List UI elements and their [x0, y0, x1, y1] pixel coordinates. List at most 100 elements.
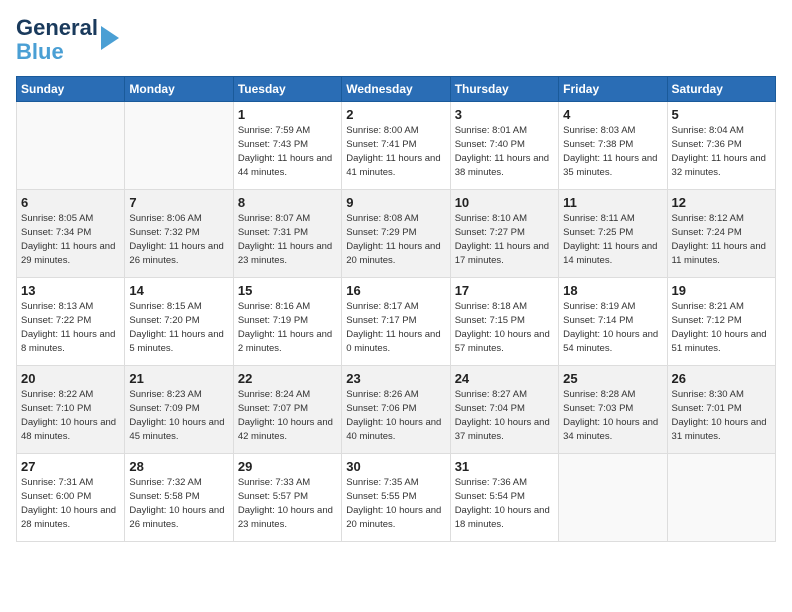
- header-monday: Monday: [125, 77, 233, 102]
- calendar-cell: 27 Sunrise: 7:31 AM Sunset: 6:00 PM Dayli…: [17, 454, 125, 542]
- day-number: 28: [129, 459, 228, 474]
- day-info: Sunrise: 8:16 AM Sunset: 7:19 PM Dayligh…: [238, 300, 337, 355]
- calendar-cell: 24Sunrise: 8:27 AM Sunset: 7:04 PM Dayli…: [450, 366, 558, 454]
- calendar-cell: 6 Sunrise: 8:05 AM Sunset: 7:34 PM Daylig…: [17, 190, 125, 278]
- day-number: 1: [238, 107, 337, 122]
- day-number: 11: [563, 195, 662, 210]
- day-info: Sunrise: 8:18 AM Sunset: 7:15 PM Dayligh…: [455, 300, 554, 355]
- calendar-cell: 7Sunrise: 8:06 AM Sunset: 7:32 PM Daylig…: [125, 190, 233, 278]
- calendar-cell: 14 Sunrise: 8:15 AM Sunset: 7:20 PM Dayli…: [125, 278, 233, 366]
- calendar-cell: [17, 102, 125, 190]
- day-number: 29: [238, 459, 337, 474]
- day-number: 14: [129, 283, 228, 298]
- header-sunday: Sunday: [17, 77, 125, 102]
- day-number: 6: [21, 195, 120, 210]
- week-row-0: 1 Sunrise: 7:59 AM Sunset: 7:43 PM Daylig…: [17, 102, 776, 190]
- logo-text: GeneralBlue: [16, 16, 98, 64]
- day-number: 21: [129, 371, 228, 386]
- header-saturday: Saturday: [667, 77, 775, 102]
- day-number: 19: [672, 283, 771, 298]
- calendar-cell: 28Sunrise: 7:32 AM Sunset: 5:58 PM Dayli…: [125, 454, 233, 542]
- day-number: 18: [563, 283, 662, 298]
- day-info: Sunrise: 8:15 AM Sunset: 7:20 PM Dayligh…: [129, 300, 228, 355]
- day-info: Sunrise: 8:22 AM Sunset: 7:10 PM Dayligh…: [21, 388, 120, 443]
- calendar-cell: 23 Sunrise: 8:26 AM Sunset: 7:06 PM Dayli…: [342, 366, 450, 454]
- calendar-cell: 5Sunrise: 8:04 AM Sunset: 7:36 PM Daylig…: [667, 102, 775, 190]
- calendar-cell: 2Sunrise: 8:00 AM Sunset: 7:41 PM Daylig…: [342, 102, 450, 190]
- week-row-1: 6 Sunrise: 8:05 AM Sunset: 7:34 PM Daylig…: [17, 190, 776, 278]
- logo-arrow-icon: [101, 26, 119, 50]
- calendar-cell: 16 Sunrise: 8:17 AM Sunset: 7:17 PM Dayli…: [342, 278, 450, 366]
- day-number: 12: [672, 195, 771, 210]
- day-number: 24: [455, 371, 554, 386]
- day-info: Sunrise: 7:33 AM Sunset: 5:57 PM Dayligh…: [238, 476, 337, 531]
- day-number: 25: [563, 371, 662, 386]
- header-wednesday: Wednesday: [342, 77, 450, 102]
- day-info: Sunrise: 8:30 AM Sunset: 7:01 PM Dayligh…: [672, 388, 771, 443]
- calendar-cell: 20 Sunrise: 8:22 AM Sunset: 7:10 PM Dayli…: [17, 366, 125, 454]
- day-info: Sunrise: 8:12 AM Sunset: 7:24 PM Dayligh…: [672, 212, 771, 267]
- day-number: 16: [346, 283, 445, 298]
- calendar-cell: [667, 454, 775, 542]
- day-info: Sunrise: 8:24 AM Sunset: 7:07 PM Dayligh…: [238, 388, 337, 443]
- day-info: Sunrise: 8:03 AM Sunset: 7:38 PM Dayligh…: [563, 124, 662, 179]
- calendar-cell: 31Sunrise: 7:36 AM Sunset: 5:54 PM Dayli…: [450, 454, 558, 542]
- day-info: Sunrise: 8:13 AM Sunset: 7:22 PM Dayligh…: [21, 300, 120, 355]
- header-thursday: Thursday: [450, 77, 558, 102]
- calendar-header-row: SundayMondayTuesdayWednesdayThursdayFrid…: [17, 77, 776, 102]
- day-info: Sunrise: 8:23 AM Sunset: 7:09 PM Dayligh…: [129, 388, 228, 443]
- calendar-cell: 10 Sunrise: 8:10 AM Sunset: 7:27 PM Dayli…: [450, 190, 558, 278]
- day-number: 30: [346, 459, 445, 474]
- calendar-cell: 1 Sunrise: 7:59 AM Sunset: 7:43 PM Daylig…: [233, 102, 341, 190]
- calendar-cell: 22 Sunrise: 8:24 AM Sunset: 7:07 PM Dayli…: [233, 366, 341, 454]
- day-number: 5: [672, 107, 771, 122]
- day-number: 4: [563, 107, 662, 122]
- header-friday: Friday: [559, 77, 667, 102]
- day-info: Sunrise: 8:05 AM Sunset: 7:34 PM Dayligh…: [21, 212, 120, 267]
- calendar-cell: 26 Sunrise: 8:30 AM Sunset: 7:01 PM Dayli…: [667, 366, 775, 454]
- day-number: 22: [238, 371, 337, 386]
- calendar-cell: 30 Sunrise: 7:35 AM Sunset: 5:55 PM Dayli…: [342, 454, 450, 542]
- day-info: Sunrise: 8:11 AM Sunset: 7:25 PM Dayligh…: [563, 212, 662, 267]
- day-number: 13: [21, 283, 120, 298]
- day-number: 9: [346, 195, 445, 210]
- calendar-cell: [559, 454, 667, 542]
- page-header: GeneralBlue: [16, 16, 776, 64]
- week-row-3: 20 Sunrise: 8:22 AM Sunset: 7:10 PM Dayli…: [17, 366, 776, 454]
- week-row-2: 13 Sunrise: 8:13 AM Sunset: 7:22 PM Dayli…: [17, 278, 776, 366]
- day-info: Sunrise: 8:17 AM Sunset: 7:17 PM Dayligh…: [346, 300, 445, 355]
- calendar-cell: 21 Sunrise: 8:23 AM Sunset: 7:09 PM Dayli…: [125, 366, 233, 454]
- day-info: Sunrise: 8:07 AM Sunset: 7:31 PM Dayligh…: [238, 212, 337, 267]
- day-info: Sunrise: 8:26 AM Sunset: 7:06 PM Dayligh…: [346, 388, 445, 443]
- day-number: 31: [455, 459, 554, 474]
- calendar-cell: 4 Sunrise: 8:03 AM Sunset: 7:38 PM Daylig…: [559, 102, 667, 190]
- logo: GeneralBlue: [16, 16, 119, 64]
- day-info: Sunrise: 7:59 AM Sunset: 7:43 PM Dayligh…: [238, 124, 337, 179]
- day-info: Sunrise: 8:01 AM Sunset: 7:40 PM Dayligh…: [455, 124, 554, 179]
- day-info: Sunrise: 7:35 AM Sunset: 5:55 PM Dayligh…: [346, 476, 445, 531]
- day-info: Sunrise: 8:28 AM Sunset: 7:03 PM Dayligh…: [563, 388, 662, 443]
- calendar-cell: 13 Sunrise: 8:13 AM Sunset: 7:22 PM Dayli…: [17, 278, 125, 366]
- calendar-cell: 11 Sunrise: 8:11 AM Sunset: 7:25 PM Dayli…: [559, 190, 667, 278]
- day-number: 26: [672, 371, 771, 386]
- day-number: 27: [21, 459, 120, 474]
- day-number: 23: [346, 371, 445, 386]
- day-number: 15: [238, 283, 337, 298]
- calendar-table: SundayMondayTuesdayWednesdayThursdayFrid…: [16, 76, 776, 542]
- day-number: 20: [21, 371, 120, 386]
- calendar-cell: 8 Sunrise: 8:07 AM Sunset: 7:31 PM Daylig…: [233, 190, 341, 278]
- day-number: 7: [129, 195, 228, 210]
- calendar-cell: 12 Sunrise: 8:12 AM Sunset: 7:24 PM Dayli…: [667, 190, 775, 278]
- day-number: 3: [455, 107, 554, 122]
- header-tuesday: Tuesday: [233, 77, 341, 102]
- calendar-cell: 25 Sunrise: 8:28 AM Sunset: 7:03 PM Dayli…: [559, 366, 667, 454]
- week-row-4: 27 Sunrise: 7:31 AM Sunset: 6:00 PM Dayli…: [17, 454, 776, 542]
- calendar-cell: 17Sunrise: 8:18 AM Sunset: 7:15 PM Dayli…: [450, 278, 558, 366]
- calendar-cell: [125, 102, 233, 190]
- day-number: 10: [455, 195, 554, 210]
- day-number: 8: [238, 195, 337, 210]
- calendar-cell: 29 Sunrise: 7:33 AM Sunset: 5:57 PM Dayli…: [233, 454, 341, 542]
- day-info: Sunrise: 7:31 AM Sunset: 6:00 PM Dayligh…: [21, 476, 120, 531]
- day-number: 2: [346, 107, 445, 122]
- day-info: Sunrise: 8:10 AM Sunset: 7:27 PM Dayligh…: [455, 212, 554, 267]
